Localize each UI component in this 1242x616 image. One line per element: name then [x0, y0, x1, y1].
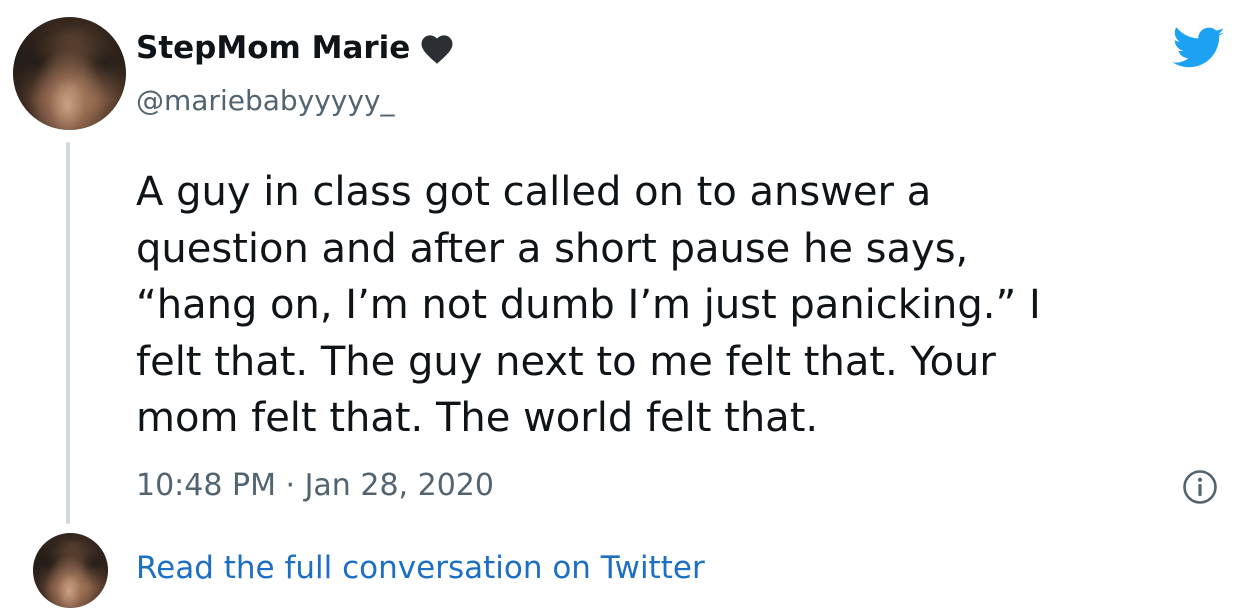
black-heart-icon — [418, 31, 456, 65]
twitter-bird-icon[interactable] — [1172, 27, 1226, 71]
avatar-photo — [33, 533, 108, 608]
reader-avatar — [33, 533, 108, 608]
tweet-text: A guy in class got called on to answer a… — [136, 169, 1041, 441]
avatar-photo — [13, 17, 126, 130]
info-icon[interactable] — [1182, 469, 1218, 505]
author-name[interactable]: StepMom Marie — [136, 30, 410, 66]
tweet-timestamp[interactable]: 10:48 PM · Jan 28, 2020 — [136, 468, 494, 503]
author-avatar[interactable] — [13, 17, 126, 130]
thread-line — [66, 142, 70, 524]
author-handle[interactable]: @mariebabyyyyy_ — [136, 84, 395, 117]
read-full-conversation-link[interactable]: Read the full conversation on Twitter — [136, 550, 705, 586]
author-name-row[interactable]: StepMom Marie — [136, 30, 456, 66]
